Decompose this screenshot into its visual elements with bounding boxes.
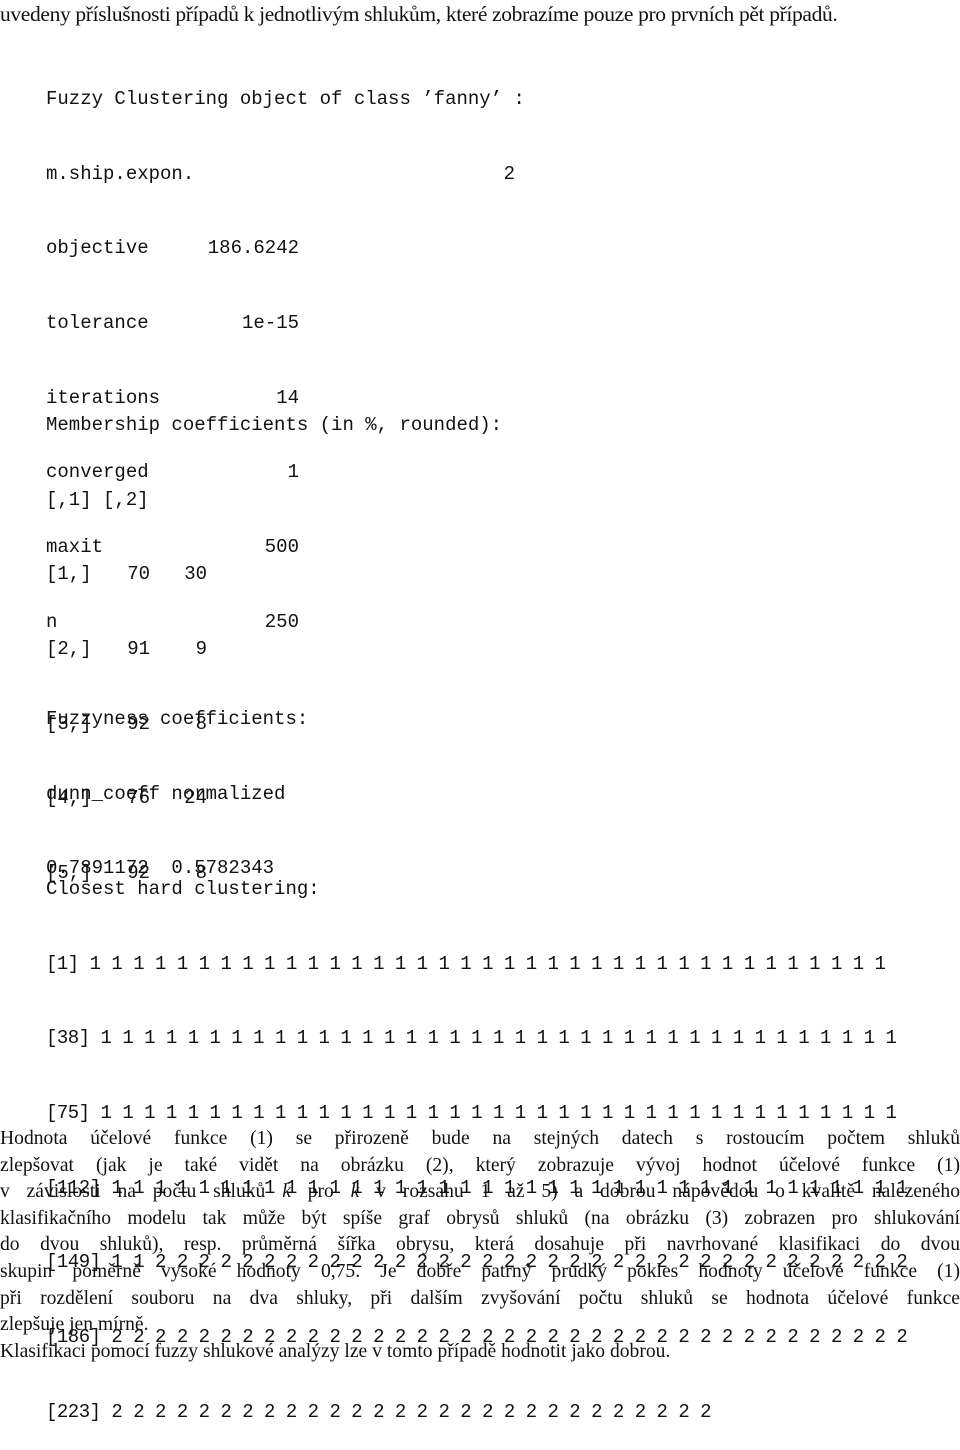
clustering-row: [38] 1 1 1 1 1 1 1 1 1 1 1 1 1 1 1 1 1 1… xyxy=(46,1023,907,1054)
paragraph-conclusion: Klasifikaci pomocí fuzzy shlukové analýz… xyxy=(0,1339,960,1366)
paragraph-line: skupin poměrně vysoké hodnoty 0,75. Je d… xyxy=(0,1260,960,1282)
paragraph-line: Hodnota účelové funkce (1) se přirozeně … xyxy=(0,1128,960,1149)
membership-col-headers: [,1] [,2] xyxy=(46,485,502,516)
clustering-row: [75] 1 1 1 1 1 1 1 1 1 1 1 1 1 1 1 1 1 1… xyxy=(46,1098,907,1129)
row-index: [38] xyxy=(46,1027,90,1050)
row-values: 1 1 1 1 1 1 1 1 1 1 1 1 1 1 1 1 1 1 1 1 … xyxy=(89,952,886,975)
row-index: [223] xyxy=(46,1400,101,1423)
param-row-mship: m.ship.expon. 2 xyxy=(46,159,525,190)
fuzzyness-title: Fuzzyness coefficients: xyxy=(46,708,309,730)
body-paragraph: Hodnota účelové funkce (1) se přirozeně … xyxy=(0,1126,960,1365)
paragraph-line: při rozdělení souboru na dva shluky, při… xyxy=(0,1287,960,1309)
paragraph-line: klasifikačního modelu tak může být spíše… xyxy=(0,1207,960,1229)
cell-c2: 30 xyxy=(184,563,207,586)
paragraph-line: zlepšuje jen mírně. xyxy=(0,1314,149,1336)
col-header: [,1] xyxy=(46,488,92,511)
clustering-row: [223] 2 2 2 2 2 2 2 2 2 2 2 2 2 2 2 2 2 … xyxy=(46,1397,907,1428)
math-variable-k: k xyxy=(282,1181,291,1203)
membership-row: [1,] 70 30 xyxy=(46,559,502,590)
param-row-objective: objective 186.6242 xyxy=(46,233,525,264)
fuzzyness-headers: dunn_coeff normalized xyxy=(46,782,286,805)
param-value: 1e-15 xyxy=(241,312,299,335)
clustering-row: [1] 1 1 1 1 1 1 1 1 1 1 1 1 1 1 1 1 1 1 … xyxy=(46,949,907,980)
row-values: 1 1 1 1 1 1 1 1 1 1 1 1 1 1 1 1 1 1 1 1 … xyxy=(100,1102,897,1125)
row-index: [75] xyxy=(46,1102,90,1125)
clustering-title: Closest hard clustering: xyxy=(46,878,320,900)
intro-line: uvedeny příslušnosti případů k jednotliv… xyxy=(0,2,838,26)
paragraph-line: do dvou shluků), resp. průměrná šířka ob… xyxy=(0,1234,960,1256)
param-value: 186.6242 xyxy=(207,237,299,260)
row-values: 1 1 1 1 1 1 1 1 1 1 1 1 1 1 1 1 1 1 1 1 … xyxy=(100,1027,897,1050)
membership-title: Membership coefficients (in %, rounded): xyxy=(46,414,503,436)
row-values: 2 2 2 2 2 2 2 2 2 2 2 2 2 2 2 2 2 2 2 2 … xyxy=(111,1400,712,1423)
final-sentence: Klasifikaci pomocí fuzzy shlukové analýz… xyxy=(0,1340,671,1362)
summary-header: Fuzzy Clustering object of class ’fanny’… xyxy=(46,88,525,110)
paragraph-line: zlepšovat (jak je také vidět na obrázku … xyxy=(0,1154,960,1176)
row-index: [1] xyxy=(46,952,79,975)
paragraph-main: Hodnota účelové funkce (1) se přirozeně … xyxy=(0,1126,960,1339)
param-value: 2 xyxy=(503,162,515,185)
param-row-tolerance: tolerance 1e-15 xyxy=(46,308,525,339)
cell-c1: 70 xyxy=(127,563,150,586)
param-key: m.ship.expon. xyxy=(46,162,195,185)
row-label: [1,] xyxy=(46,563,92,586)
paragraph-line: v závislosti na počtu shluků k pro k v r… xyxy=(0,1181,960,1203)
math-variable-k: k xyxy=(350,1181,360,1203)
col-header: [,2] xyxy=(103,488,149,511)
param-key: objective xyxy=(46,237,149,260)
param-key: tolerance xyxy=(46,312,149,335)
